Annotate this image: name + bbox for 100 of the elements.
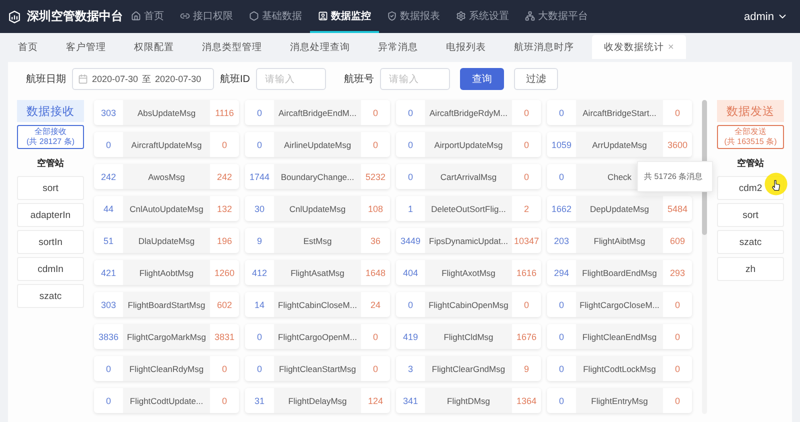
nav-item[interactable]: 基础数据 <box>241 0 310 33</box>
filter-button[interactable]: 过滤 <box>514 68 558 90</box>
received-count: 0 <box>558 394 565 408</box>
sent-count: 0 <box>522 106 530 120</box>
sent-count: 1260 <box>213 266 236 280</box>
station-button[interactable]: szatc <box>17 284 84 308</box>
message-type: FlightAxotMsg <box>425 260 512 285</box>
field-label: 航班日期 <box>26 72 66 86</box>
page-tab[interactable]: 消息类型管理 <box>192 35 272 59</box>
message-type: FlightAsatMsg <box>274 260 361 285</box>
sent-count: 0 <box>220 138 228 152</box>
nav-item[interactable]: 接口权限 <box>172 0 241 33</box>
page-tab[interactable]: 收发数据统计 × <box>592 35 686 59</box>
calendar-icon <box>78 74 88 84</box>
message-type: DlaUpdateMsg <box>123 228 210 253</box>
nav-icon <box>525 10 535 20</box>
date-range-field[interactable]: 2020-07-30 至 2020-07-30 <box>72 68 214 90</box>
received-count: 3449 <box>399 234 422 248</box>
query-button[interactable]: 查询 <box>460 68 504 90</box>
sent-count: 0 <box>674 394 681 408</box>
received-count: 0 <box>256 330 263 344</box>
page-tab[interactable]: 电报列表 <box>436 35 496 59</box>
message-type: CnlAutoUpdateMsg <box>123 196 210 221</box>
nav-icon <box>131 10 141 20</box>
input-field[interactable]: 请输入 <box>380 68 450 90</box>
nav-item[interactable]: 数据报表 <box>379 0 448 33</box>
received-count: 3 <box>406 362 414 376</box>
received-count: 0 <box>104 394 112 408</box>
message-type: FlightDelayMsg <box>274 388 361 413</box>
message-type: FlightCleanStartMsg <box>274 356 361 381</box>
sent-count: 1676 <box>515 330 538 344</box>
station-button[interactable]: cdmIn <box>17 257 84 281</box>
message-type: FipsDynamicUpdat... <box>425 228 512 253</box>
sent-count: 0 <box>522 298 530 312</box>
received-count: 51 <box>102 234 114 248</box>
message-type: FlightCodtLockMsg <box>576 356 663 381</box>
sent-count: 609 <box>668 234 686 248</box>
sent-count: 0 <box>220 362 228 376</box>
station-button[interactable]: adapterIn <box>17 203 84 227</box>
sent-count: 1648 <box>364 266 387 280</box>
message-type: FlightAibtMsg <box>576 228 663 253</box>
message-type: FlightDMsg <box>425 388 512 413</box>
received-count: 0 <box>406 170 414 184</box>
received-count: 0 <box>558 362 565 376</box>
received-count: 0 <box>406 106 414 120</box>
sent-count: 0 <box>372 330 379 344</box>
sent-count: 0 <box>674 362 681 376</box>
station-button[interactable]: sort <box>717 203 784 227</box>
message-type: AircaftBridgeRdyM... <box>425 100 512 125</box>
logo-icon <box>8 8 21 24</box>
message-type: AirportUpdateMsg <box>425 132 512 157</box>
sent-count: 36 <box>369 234 382 248</box>
input-field[interactable]: 请输入 <box>256 68 326 90</box>
message-type: FlightClearGndMsg <box>425 356 512 381</box>
sent-count: 132 <box>216 202 234 216</box>
nav-item[interactable]: 数据监控 <box>310 0 379 33</box>
received-count: 1662 <box>550 202 573 216</box>
nav-icon <box>180 10 190 20</box>
message-type: AircraftUpdateMsg <box>123 132 210 157</box>
page-tab[interactable]: 权限配置 <box>124 35 184 59</box>
sent-count: 0 <box>522 138 530 152</box>
app-title: 深圳空管数据中台 <box>27 8 123 25</box>
user-menu[interactable]: admin <box>744 10 788 22</box>
received-count: 0 <box>558 170 565 184</box>
page-tab[interactable]: 客户管理 <box>56 35 116 59</box>
received-count: 0 <box>256 362 263 376</box>
station-button[interactable]: sort <box>17 176 84 200</box>
station-button[interactable]: zh <box>717 257 784 281</box>
message-type: FlightBoardStartMsg <box>123 292 210 317</box>
sent-count: 1616 <box>515 266 538 280</box>
sent-count: 0 <box>220 394 228 408</box>
nav-item[interactable]: 系统设置 <box>448 0 517 33</box>
nav-item[interactable]: 首页 <box>123 0 172 33</box>
received-count: 0 <box>104 138 112 152</box>
sent-count: 0 <box>522 170 530 184</box>
received-count: 341 <box>402 394 420 408</box>
nav-icon <box>387 10 397 20</box>
received-count: 1744 <box>248 170 271 184</box>
page-tab[interactable]: 航班消息时序 <box>504 35 584 59</box>
sent-count: 0 <box>674 298 681 312</box>
all-stations-button[interactable]: 全部接收 (共 28127 条) <box>17 125 84 149</box>
received-count: 0 <box>256 138 263 152</box>
message-type: FlightCleanEndMsg <box>576 324 663 349</box>
station-button[interactable]: szatc <box>717 230 784 254</box>
page-tab[interactable]: 首页 <box>8 35 48 59</box>
received-count: 3836 <box>97 330 120 344</box>
station-button[interactable]: sortIn <box>17 230 84 254</box>
nav-item[interactable]: 大数据平台 <box>517 0 596 33</box>
received-count: 0 <box>406 138 414 152</box>
page-tab[interactable]: 异常消息 <box>368 35 428 59</box>
received-count: 0 <box>256 106 263 120</box>
sent-count: 0 <box>674 330 681 344</box>
sent-count: 9 <box>522 362 530 376</box>
sent-count: 3831 <box>213 330 236 344</box>
scrollbar[interactable] <box>702 100 707 414</box>
page-tab[interactable]: 消息处理查询 <box>280 35 360 59</box>
sent-count: 124 <box>366 394 384 408</box>
group-label: 空管站 <box>36 157 65 170</box>
nav-icon <box>456 10 466 20</box>
cursor-icon <box>764 172 788 196</box>
